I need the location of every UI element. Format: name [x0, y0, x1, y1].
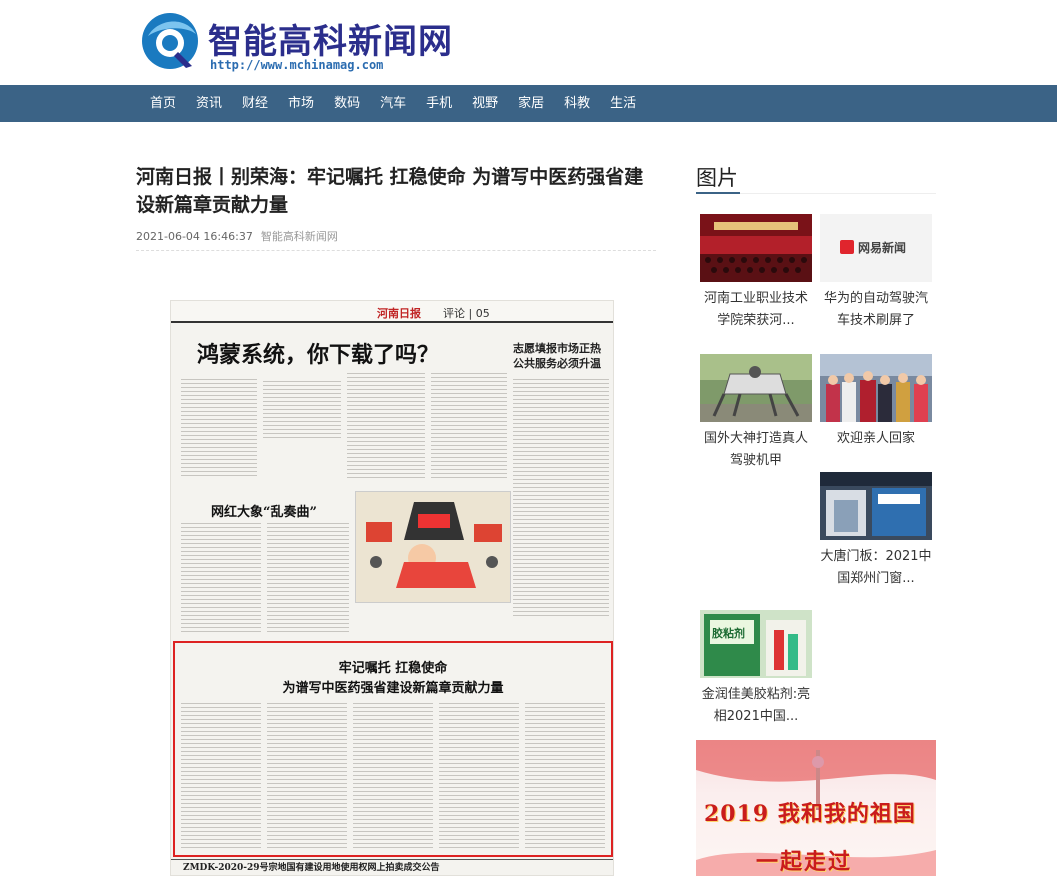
- nav-item-vision[interactable]: 视野: [462, 85, 508, 122]
- nav-item-finance[interactable]: 财经: [232, 85, 278, 122]
- text-block: [525, 703, 605, 851]
- article-source[interactable]: 智能高科新闻网: [261, 230, 338, 243]
- thumb-label-text: 胶粘剂: [712, 627, 745, 640]
- newspaper-masthead: 河南日报 评论 | 05: [171, 301, 613, 323]
- site-logo[interactable]: 智能高科新闻网 http://www.mchinamag.com: [138, 8, 458, 76]
- thumb-logo-text: 网易新闻: [858, 241, 907, 255]
- text-block: [267, 523, 349, 633]
- newspaper-headline: 鸿蒙系统，你下载了吗？: [197, 342, 440, 368]
- photo-caption[interactable]: 金润佳美胶粘剂:亮相2021中国...: [698, 684, 814, 728]
- mech-robot-photo-icon: [700, 354, 812, 422]
- newspaper-section: 评论 | 05: [443, 307, 490, 320]
- newspaper-image: 河南日报 评论 | 05 鸿蒙系统，你下载了吗？ 志愿填报市场正热 公共服务必须…: [170, 300, 614, 876]
- newspaper-cartoon: [355, 491, 511, 603]
- auditorium-photo-icon: [700, 214, 812, 282]
- article-divider: [136, 250, 656, 251]
- site-url: http://www.mchinamag.com: [210, 58, 384, 72]
- text-block: [181, 703, 261, 851]
- nav-item-digital[interactable]: 数码: [324, 85, 370, 122]
- main-nav: 首页 资讯 财经 市场 数码 汽车 手机 视野 家居 科教 生活: [0, 85, 1057, 122]
- site-name: 智能高科新闻网: [208, 22, 453, 62]
- photo-thumbnail[interactable]: 网易新闻: [820, 214, 932, 282]
- photo-thumbnail[interactable]: [700, 214, 812, 282]
- text-block: [439, 703, 519, 851]
- nav-item-home[interactable]: 首页: [140, 85, 186, 122]
- logo-globe-icon: [142, 13, 198, 69]
- photo-caption[interactable]: 河南工业职业技术学院荣获河...: [698, 288, 814, 332]
- sidebar-title: 图片: [696, 166, 738, 190]
- sidebar-photo-card[interactable]: 网易新闻 华为的自动驾驶汽车技术刷屏了: [818, 214, 934, 332]
- text-block: [431, 373, 507, 479]
- photo-thumbnail[interactable]: [700, 354, 812, 422]
- sidebar-banner-ad[interactable]: 2019 我和我的祖国 一起走过: [696, 740, 936, 876]
- text-block: [263, 381, 341, 441]
- nav-item-market[interactable]: 市场: [278, 85, 324, 122]
- sidebar-photo-card[interactable]: 大唐门板：2021中国郑州门窗...: [818, 472, 934, 590]
- banner-text-line1: 2019 我和我的祖国: [704, 801, 916, 827]
- text-block: [181, 379, 257, 479]
- highlighted-headline-line1: 牢记嘱托 扛稳使命: [338, 661, 448, 676]
- text-block: [181, 523, 261, 633]
- photo-thumbnail[interactable]: 胶粘剂: [700, 610, 812, 678]
- text-block: [347, 373, 425, 479]
- nav-item-news[interactable]: 资讯: [186, 85, 232, 122]
- sidebar-divider: [740, 193, 936, 194]
- banner-text-line2: 一起走过: [756, 849, 853, 875]
- sidebar-photo-card[interactable]: 胶粘剂 金润佳美胶粘剂:亮相2021中国...: [698, 610, 814, 728]
- crowd-welcome-photo-icon: [820, 354, 932, 422]
- cartoon-illustration-icon: [356, 492, 510, 602]
- text-block: [353, 703, 433, 851]
- photo-thumbnail[interactable]: [820, 354, 932, 422]
- sidebar-photo-card[interactable]: 河南工业职业技术学院荣获河...: [698, 214, 814, 332]
- nav-item-education[interactable]: 科教: [554, 85, 600, 122]
- text-block: [267, 703, 347, 851]
- newspaper-side-headline: 志愿填报市场正热 公共服务必须升温: [513, 342, 601, 370]
- nav-item-home-living[interactable]: 家居: [508, 85, 554, 122]
- article-date: 2021-06-04 16:46:37: [136, 230, 253, 243]
- newspaper-mid-headline: 网红大象“乱奏曲”: [211, 505, 317, 520]
- newspaper-name: 河南日报: [377, 307, 421, 320]
- sidebar-title-underline: [696, 192, 740, 194]
- nav-item-mobile[interactable]: 手机: [416, 85, 462, 122]
- photo-caption[interactable]: 大唐门板：2021中国郑州门窗...: [818, 546, 934, 590]
- photo-caption[interactable]: 国外大神打造真人驾驶机甲: [698, 428, 814, 472]
- newspaper-bottom-notice: ZMDK-2020-29号宗地国有建设用地使用权网上拍卖成交公告: [171, 859, 613, 875]
- photo-caption[interactable]: 欢迎亲人回家: [818, 428, 934, 450]
- nav-list: 首页 资讯 财经 市场 数码 汽车 手机 视野 家居 科教 生活: [140, 85, 646, 122]
- article-title: 河南日报丨别荣海：牢记嘱托 扛稳使命 为谱写中医药强省建设新篇章贡献力量: [136, 166, 644, 216]
- photo-caption[interactable]: 华为的自动驾驶汽车技术刷屏了: [818, 288, 934, 332]
- photo-thumbnail[interactable]: [820, 472, 932, 540]
- sidebar-photo-card[interactable]: 国外大神打造真人驾驶机甲: [698, 354, 814, 472]
- article-meta: 2021-06-04 16:46:37 智能高科新闻网: [136, 228, 338, 244]
- nav-item-life[interactable]: 生活: [600, 85, 646, 122]
- nav-item-auto[interactable]: 汽车: [370, 85, 416, 122]
- text-block: [513, 379, 609, 619]
- expo-booth-photo-icon: [820, 472, 932, 540]
- highlighted-article-box: 牢记嘱托 扛稳使命 为谱写中医药强省建设新篇章贡献力量: [173, 641, 613, 857]
- highlighted-headline-line2: 为谱写中医药强省建设新篇章贡献力量: [282, 681, 504, 696]
- adhesive-booth-photo-icon: [700, 610, 812, 678]
- site-header: 智能高科新闻网 http://www.mchinamag.com: [0, 0, 1057, 85]
- sidebar-photo-card[interactable]: 欢迎亲人回家: [818, 354, 934, 450]
